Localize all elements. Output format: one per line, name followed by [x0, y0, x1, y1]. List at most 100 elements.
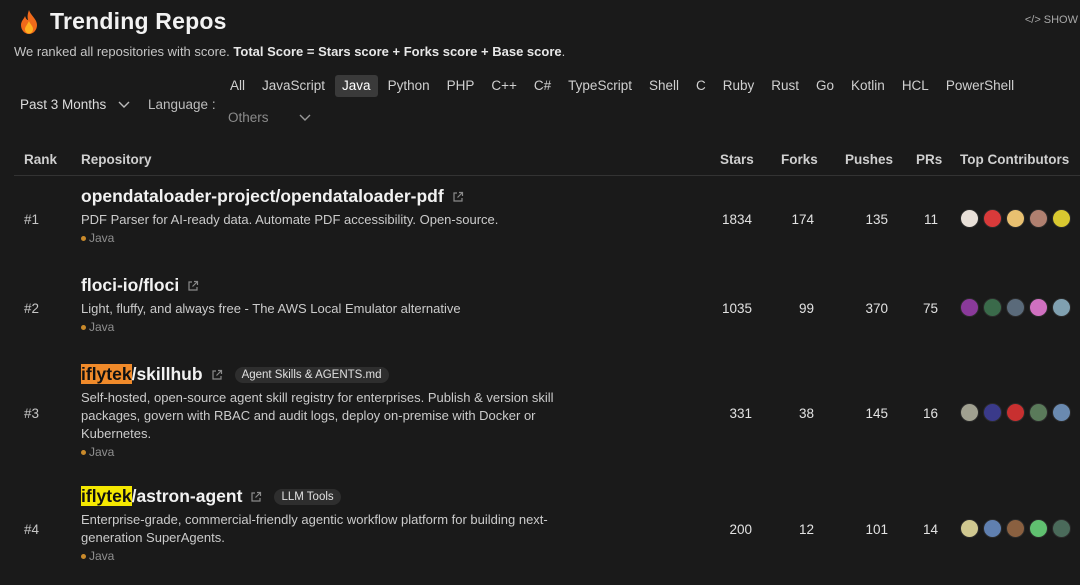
repo-name: /skillhub: [131, 364, 203, 384]
others-dropdown[interactable]: Others: [228, 110, 311, 125]
prs-cell: 11: [923, 212, 938, 227]
language-dot: [81, 553, 86, 559]
external-link-icon[interactable]: [452, 191, 464, 203]
language-tab[interactable]: JavaScript: [255, 75, 332, 97]
stars-cell: 1035: [721, 301, 752, 316]
avatar[interactable]: [1052, 298, 1071, 317]
header-repository[interactable]: Repository: [81, 152, 152, 167]
header-forks[interactable]: Forks: [781, 152, 818, 167]
avatar[interactable]: [1029, 519, 1048, 538]
subtitle-prefix: We ranked all repositories with score.: [14, 44, 230, 59]
rank-cell: #3: [24, 406, 40, 421]
period-dropdown[interactable]: Past 3 Months: [20, 97, 130, 112]
repo-name: /opendataloader-pdf: [275, 186, 444, 206]
stars-cell: 1834: [721, 212, 752, 227]
language-tab[interactable]: Rust: [764, 75, 806, 97]
repo-owner: floci-io: [81, 275, 139, 295]
language-tab[interactable]: HCL: [895, 75, 936, 97]
forks-cell: 12: [798, 522, 814, 537]
rank-cell: #2: [24, 301, 40, 316]
repo-description: PDF Parser for AI-ready data. Automate P…: [81, 212, 499, 227]
page-title: Trending Repos: [50, 8, 227, 34]
avatar[interactable]: [960, 403, 979, 422]
period-label: Past 3 Months: [20, 97, 107, 112]
language-tab[interactable]: C++: [484, 75, 524, 97]
language-tab[interactable]: Python: [381, 75, 437, 97]
avatar[interactable]: [1006, 519, 1025, 538]
subtitle-suffix: .: [561, 44, 566, 59]
avatar[interactable]: [1029, 298, 1048, 317]
pushes-cell: 145: [865, 406, 888, 421]
repository-cell: iflytek/astron-agent LLM Tools Enterprise-…: [81, 486, 601, 563]
repo-owner: iflytek: [81, 486, 132, 506]
language-dot: [81, 324, 86, 330]
avatar[interactable]: [983, 298, 1002, 317]
language-dot: [81, 235, 86, 241]
avatar[interactable]: [1052, 403, 1071, 422]
language-tab[interactable]: Java: [335, 75, 378, 97]
avatar[interactable]: [983, 519, 1002, 538]
avatar[interactable]: [1052, 519, 1071, 538]
language-tab[interactable]: Kotlin: [844, 75, 892, 97]
external-link-icon[interactable]: [211, 369, 223, 381]
language-dot: [81, 449, 86, 455]
prs-cell: 75: [922, 301, 938, 316]
stars-cell: 331: [729, 406, 752, 421]
repo-link[interactable]: iflytek/astron-agent: [81, 486, 242, 507]
language-tab[interactable]: Go: [809, 75, 841, 97]
language-tab[interactable]: C#: [527, 75, 558, 97]
avatar[interactable]: [960, 298, 979, 317]
language-name: Java: [89, 549, 115, 563]
avatar[interactable]: [960, 209, 979, 228]
show-code-button[interactable]: </> SHOW: [1025, 14, 1078, 26]
show-label: SHOW: [1043, 14, 1078, 26]
avatar[interactable]: [983, 209, 1002, 228]
repo-link[interactable]: opendataloader-project/opendataloader-pd…: [81, 186, 444, 207]
repo-link[interactable]: floci-io/floci: [81, 275, 179, 296]
header-prs[interactable]: PRs: [916, 152, 942, 167]
language-tab[interactable]: Ruby: [716, 75, 762, 97]
avatar[interactable]: [1052, 209, 1071, 228]
stars-cell: 200: [729, 522, 752, 537]
language-tab[interactable]: C: [689, 75, 713, 97]
external-link-icon[interactable]: [187, 280, 199, 292]
repo-name: /astron-agent: [131, 486, 243, 506]
avatar[interactable]: [960, 519, 979, 538]
language-tab[interactable]: All: [223, 75, 252, 97]
language-tabs: All JavaScript Java Python PHP C++ C# TypeScrip…: [223, 75, 1073, 97]
language-tab[interactable]: PHP: [440, 75, 482, 97]
avatar[interactable]: [983, 403, 1002, 422]
language-tab[interactable]: TypeScript: [561, 75, 639, 97]
avatar[interactable]: [1006, 403, 1025, 422]
prs-cell: 16: [922, 406, 938, 421]
forks-cell: 99: [798, 301, 814, 316]
external-link-icon[interactable]: [250, 491, 262, 503]
repo-language: Java: [81, 320, 601, 334]
topic-tag[interactable]: LLM Tools: [274, 488, 341, 505]
contributors-cell: [960, 519, 1071, 538]
avatar[interactable]: [1029, 209, 1048, 228]
header-stars[interactable]: Stars: [720, 152, 754, 167]
language-tab[interactable]: PowerShell: [939, 75, 1021, 97]
prs-cell: 14: [922, 522, 938, 537]
header-pushes[interactable]: Pushes: [845, 152, 893, 167]
pushes-cell: 370: [865, 301, 888, 316]
repo-description: Light, fluffy, and always free - The AWS…: [81, 301, 461, 316]
header-rank[interactable]: Rank: [24, 152, 57, 167]
contributors-cell: [960, 403, 1071, 422]
avatar[interactable]: [1006, 209, 1025, 228]
page-header: Trending Repos: [18, 8, 227, 35]
forks-cell: 38: [798, 406, 814, 421]
contributors-cell: [960, 209, 1071, 228]
pushes-cell: 101: [865, 522, 888, 537]
topic-tag[interactable]: Agent Skills & AGENTS.md: [234, 366, 389, 383]
repo-description: Self-hosted, open-source agent skill reg…: [81, 390, 554, 441]
language-tab[interactable]: Shell: [642, 75, 686, 97]
avatar[interactable]: [1029, 403, 1048, 422]
repo-name: /floci: [138, 275, 180, 295]
avatar[interactable]: [1006, 298, 1025, 317]
repo-link[interactable]: iflytek/skillhub: [81, 364, 203, 385]
language-name: Java: [89, 231, 115, 245]
contributors-cell: [960, 298, 1071, 317]
language-label: Language :: [148, 97, 216, 112]
